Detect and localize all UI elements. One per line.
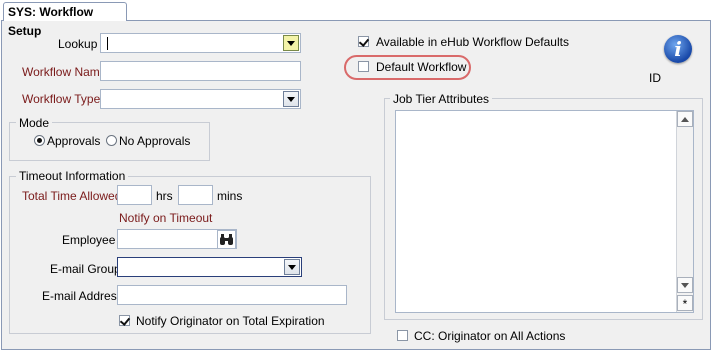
default-workflow-label[interactable]: Default Workflow xyxy=(376,60,466,74)
workflow-type-select[interactable] xyxy=(100,89,301,109)
email-group-select[interactable] xyxy=(117,257,302,277)
hrs-label: hrs xyxy=(156,189,173,203)
notify-originator-checkbox[interactable] xyxy=(119,315,130,326)
chevron-down-icon[interactable] xyxy=(283,91,299,107)
chevron-down-icon[interactable] xyxy=(284,259,300,275)
chevron-down-icon[interactable] xyxy=(283,35,299,51)
lookup-combo[interactable] xyxy=(100,33,301,53)
mode-legend: Mode xyxy=(16,116,53,130)
employee-label: Employee xyxy=(62,233,116,247)
info-icon[interactable]: i xyxy=(664,35,692,63)
job-tier-grid[interactable]: * xyxy=(395,110,694,313)
workflow-name-label: Workflow Name xyxy=(22,65,107,79)
scroll-down-icon[interactable] xyxy=(677,277,693,293)
total-time-label: Total Time Allowed xyxy=(22,189,122,203)
employee-input[interactable] xyxy=(117,229,237,249)
minutes-input[interactable] xyxy=(178,185,213,205)
id-label: ID xyxy=(649,71,661,85)
binoculars-icon[interactable] xyxy=(217,230,236,249)
no-approvals-radio[interactable] xyxy=(106,135,117,146)
workflow-name-input[interactable] xyxy=(100,61,301,81)
no-approvals-label[interactable]: No Approvals xyxy=(119,134,190,148)
approvals-radio[interactable] xyxy=(34,135,45,146)
hours-input[interactable] xyxy=(117,185,152,205)
mins-label: mins xyxy=(217,189,243,203)
default-workflow-checkbox[interactable] xyxy=(358,61,369,72)
scroll-up-icon[interactable] xyxy=(677,111,693,127)
email-group-label: E-mail Group xyxy=(50,262,121,276)
text-caret xyxy=(107,37,108,50)
new-row-icon[interactable]: * xyxy=(677,295,693,311)
available-ehub-checkbox[interactable] xyxy=(358,36,369,47)
timeout-legend: Timeout Information xyxy=(16,169,129,183)
vertical-scrollbar[interactable]: * xyxy=(676,111,693,312)
lookup-label: Lookup xyxy=(58,37,98,51)
approvals-label[interactable]: Approvals xyxy=(47,134,100,148)
notify-originator-label[interactable]: Notify Originator on Total Expiration xyxy=(136,314,325,328)
notify-on-timeout-label: Notify on Timeout xyxy=(119,211,213,225)
cc-originator-label[interactable]: CC: Originator on All Actions xyxy=(414,329,565,343)
cc-originator-checkbox[interactable] xyxy=(397,330,408,341)
email-address-input[interactable] xyxy=(117,285,347,305)
job-tier-legend: Job Tier Attributes xyxy=(390,92,493,106)
tab-workflow-setup[interactable]: SYS: Workflow Setup xyxy=(3,2,127,38)
available-ehub-label[interactable]: Available in eHub Workflow Defaults xyxy=(376,35,569,49)
workflow-type-label: Workflow Type xyxy=(22,92,101,106)
email-address-label: E-mail Address xyxy=(42,289,123,303)
